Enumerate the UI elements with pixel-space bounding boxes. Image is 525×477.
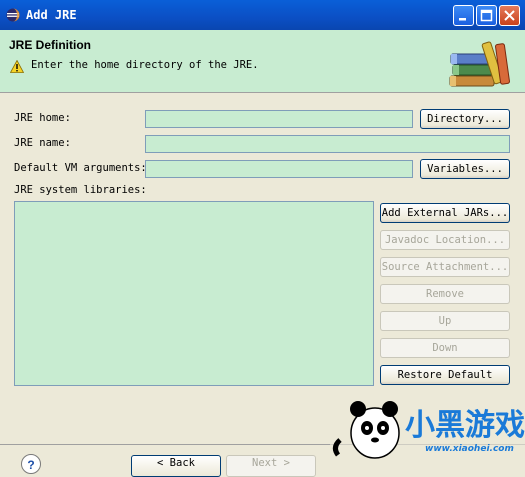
close-icon [504, 10, 515, 21]
dialog-header: JRE Definition Enter the home directory … [0, 30, 525, 93]
back-button[interactable]: < Back [131, 455, 221, 477]
down-button[interactable]: Down [380, 338, 510, 358]
help-icon[interactable]: ? [21, 454, 41, 474]
books-icon [449, 41, 510, 87]
jre-home-input[interactable] [145, 110, 413, 128]
header-message: Enter the home directory of the JRE. [31, 59, 259, 71]
header-title: JRE Definition [9, 38, 92, 52]
vm-arguments-label: Default VM arguments: [14, 162, 147, 174]
minimize-button[interactable] [453, 5, 474, 26]
close-button[interactable] [499, 5, 520, 26]
watermark-site: www.xiaohei.com [425, 444, 514, 454]
remove-button[interactable]: Remove [380, 284, 510, 304]
jre-home-label: JRE home: [14, 112, 71, 124]
jre-name-label: JRE name: [14, 137, 71, 149]
directory-button[interactable]: Directory... [420, 109, 510, 129]
system-libraries-label: JRE system libraries: [14, 184, 147, 196]
source-attachment-button[interactable]: Source Attachment... [380, 257, 510, 277]
variables-button[interactable]: Variables... [420, 159, 510, 179]
add-external-jars-button[interactable]: Add External JARs... [380, 203, 510, 223]
minimize-icon [459, 18, 466, 21]
window-title: Add JRE [26, 8, 77, 22]
maximize-icon [480, 9, 493, 22]
watermark-logo: 小黑游戏 www.xiaohei.com [330, 401, 525, 465]
javadoc-location-button[interactable]: Javadoc Location... [380, 230, 510, 250]
warning-icon [10, 60, 24, 73]
jre-name-input[interactable] [145, 135, 510, 153]
next-button[interactable]: Next > [226, 455, 316, 477]
restore-default-button[interactable]: Restore Default [380, 365, 510, 385]
up-button[interactable]: Up [380, 311, 510, 331]
system-libraries-list[interactable] [14, 201, 374, 386]
watermark-brand: 小黑游戏 [405, 408, 525, 443]
eclipse-icon [6, 8, 20, 22]
title-bar: Add JRE [0, 0, 525, 30]
maximize-button[interactable] [476, 5, 497, 26]
vm-arguments-input[interactable] [145, 160, 413, 178]
